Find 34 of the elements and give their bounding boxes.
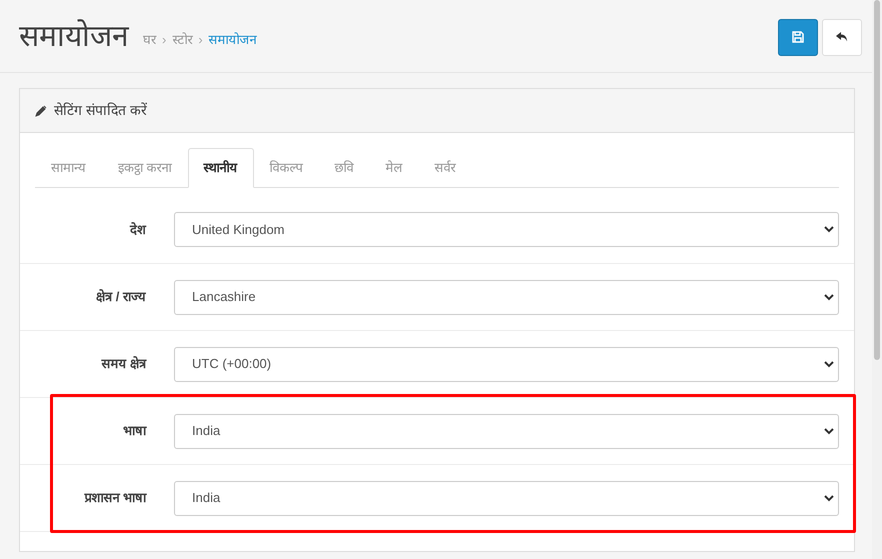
- tab[interactable]: सामान्य: [35, 148, 102, 188]
- chevron-down-icon: [824, 360, 834, 368]
- field-label: भाषा: [122, 422, 146, 440]
- tab[interactable]: मेल: [370, 148, 419, 188]
- breadcrumb-link[interactable]: घर: [143, 30, 156, 50]
- save-button[interactable]: [778, 18, 818, 56]
- tab[interactable]: स्थानीय: [188, 148, 254, 188]
- field-label: क्षेत्र / राज्य: [95, 288, 146, 306]
- scrollbar[interactable]: [872, 0, 882, 559]
- select-field[interactable]: India: [174, 414, 839, 448]
- chevron-down-icon: [824, 494, 834, 502]
- field-label: प्रशासन भाषा: [83, 489, 146, 508]
- pencil-icon: [35, 104, 47, 116]
- breadcrumb-link[interactable]: स्टोर: [172, 30, 192, 50]
- breadcrumb-link[interactable]: समायोजन: [208, 30, 257, 50]
- field-label: देश: [128, 220, 146, 239]
- tab[interactable]: विकल्प: [254, 148, 319, 188]
- chevron-down-icon: [824, 294, 834, 300]
- chevron-down-icon: [824, 428, 834, 434]
- tab[interactable]: छवि: [318, 148, 370, 188]
- select-field[interactable]: India: [174, 480, 839, 516]
- panel-title: सेटिंग संपादित करें: [54, 101, 147, 120]
- tab[interactable]: सर्वर: [418, 148, 472, 188]
- field-label: समय क्षेत्र: [100, 355, 146, 374]
- select-field[interactable]: Lancashire: [174, 280, 839, 314]
- reply-icon: [835, 31, 849, 43]
- chevron-down-icon: [824, 226, 834, 233]
- save-icon: [792, 31, 804, 43]
- select-field[interactable]: UTC (+00:00): [174, 346, 839, 382]
- tab[interactable]: इकट्ठा करना: [102, 148, 188, 188]
- select-field[interactable]: United Kingdom: [174, 212, 839, 247]
- breadcrumb-separator: ›: [198, 31, 203, 50]
- back-button[interactable]: [822, 18, 862, 56]
- breadcrumb-separator: ›: [162, 31, 166, 50]
